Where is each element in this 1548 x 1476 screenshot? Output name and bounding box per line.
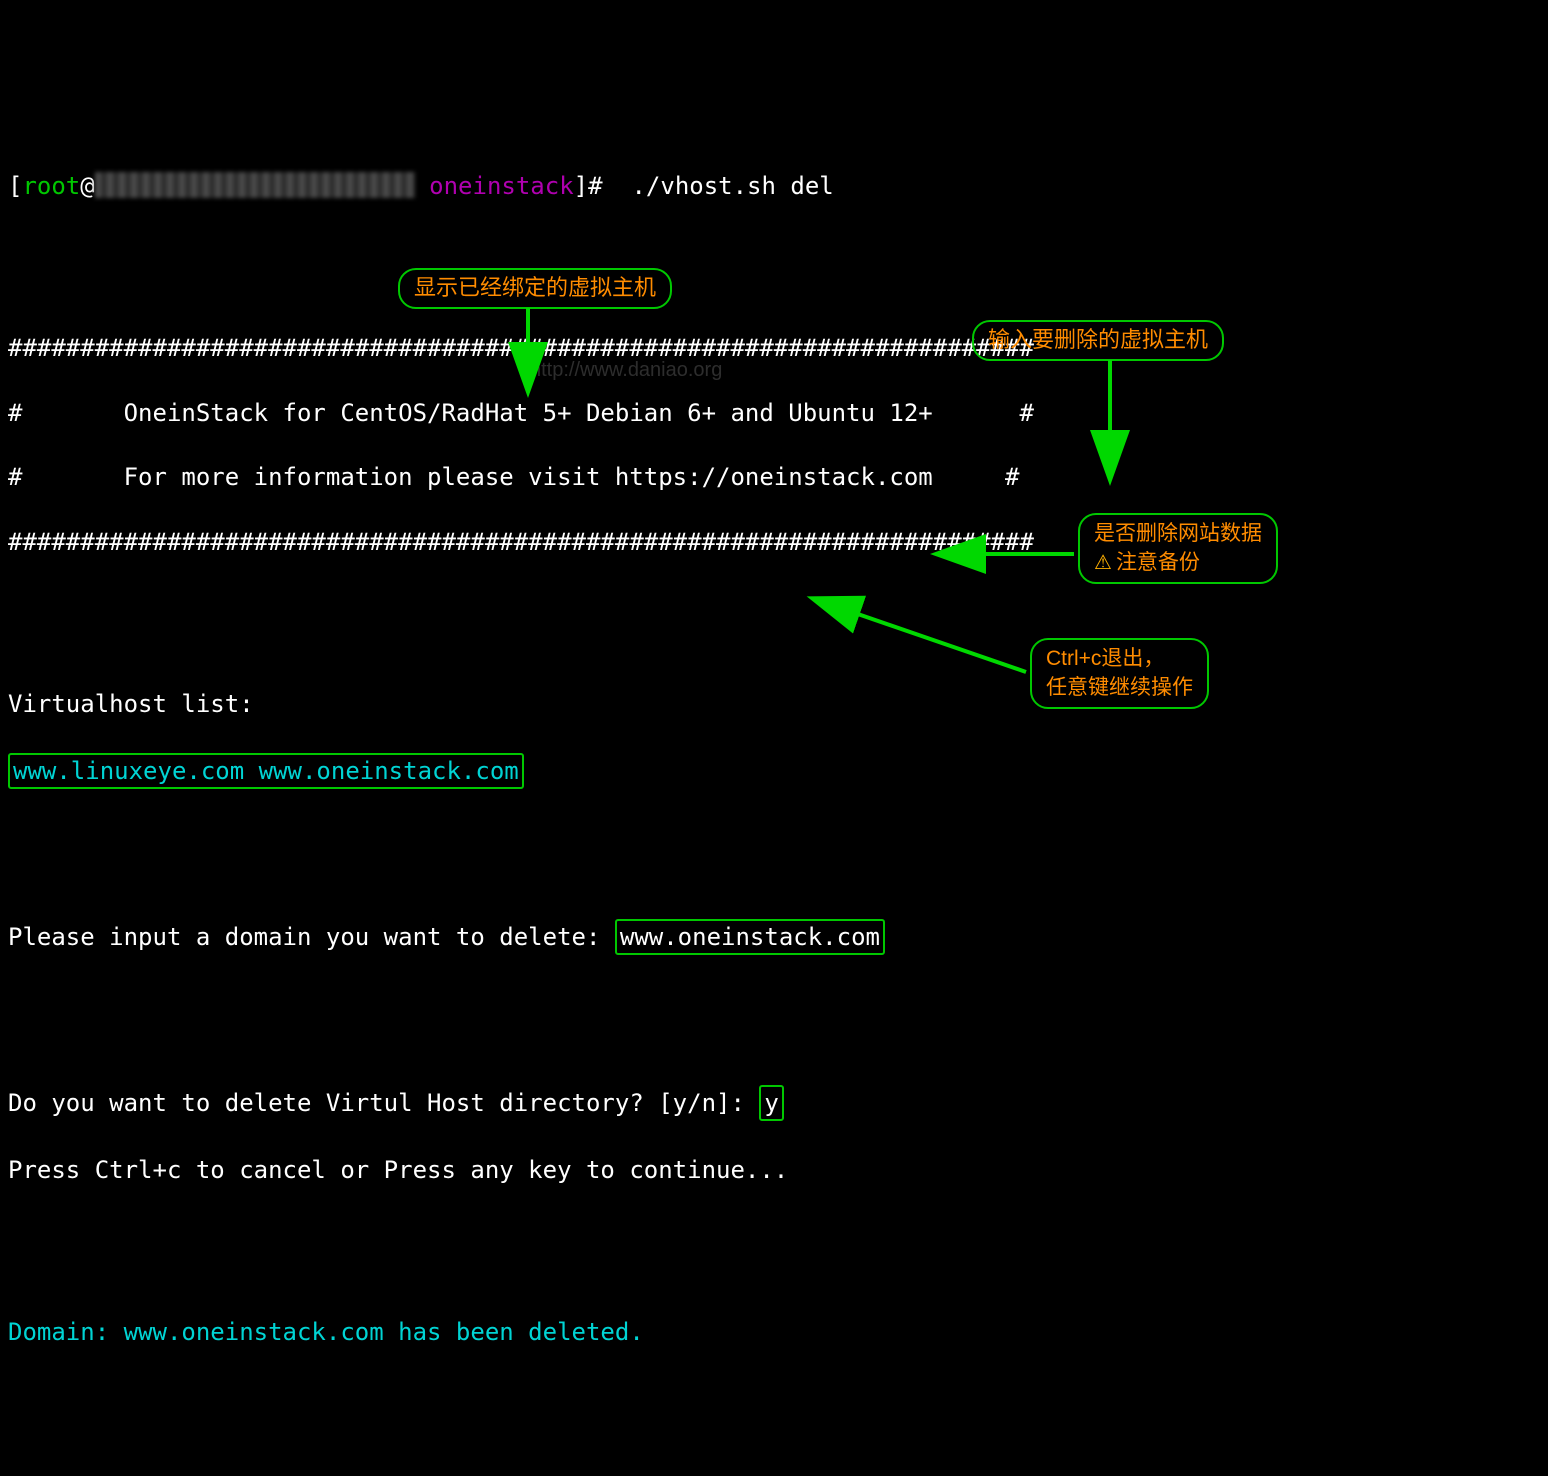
banner-line3: # For more information please visit http… bbox=[8, 461, 1540, 493]
delete-domain-prompt: Please input a domain you want to delete… bbox=[8, 923, 615, 951]
prompt-line: [root@ oneinstack]# ./vhost.sh del bbox=[8, 170, 1540, 202]
banner-hash-bottom: ########################################… bbox=[8, 526, 1540, 558]
vhost-list-value: www.linuxeye.com www.oneinstack.com bbox=[8, 753, 524, 789]
blank-2 bbox=[8, 591, 1540, 623]
continue-hint: Press Ctrl+c to cancel or Press any key … bbox=[8, 1154, 1540, 1186]
confirm-dir-prompt: Do you want to delete Virtul Host direct… bbox=[8, 1089, 759, 1117]
blank-1 bbox=[8, 235, 1540, 267]
command-text[interactable]: ./vhost.sh del bbox=[617, 172, 834, 200]
blank-5 bbox=[8, 1218, 1540, 1250]
result-line: Domain: www.oneinstack.com has been dele… bbox=[8, 1316, 1540, 1348]
warning-icon: ⚠ bbox=[1094, 552, 1112, 574]
banner-hash-top: ########################################… bbox=[8, 332, 1540, 364]
cwd: oneinstack bbox=[429, 172, 574, 200]
delete-domain-input[interactable]: www.oneinstack.com bbox=[615, 919, 885, 955]
hostname-censored bbox=[95, 172, 415, 198]
watermark-text: http://www.daniao.org bbox=[530, 357, 722, 384]
blank-3 bbox=[8, 822, 1540, 854]
user: root bbox=[22, 172, 80, 200]
banner-line2: # OneinStack for CentOS/RadHat 5+ Debian… bbox=[8, 397, 1540, 429]
bracket-close: ]# bbox=[574, 172, 617, 200]
confirm-dir-input[interactable]: y bbox=[759, 1085, 783, 1121]
at: @ bbox=[80, 172, 94, 200]
confirm-dir-row: Do you want to delete Virtul Host direct… bbox=[8, 1085, 1540, 1121]
blank-4 bbox=[8, 988, 1540, 1020]
delete-domain-row: Please input a domain you want to delete… bbox=[8, 919, 1540, 955]
bracket-open: [ bbox=[8, 172, 22, 200]
annotation-ctrlc: Ctrl+c退出，任意键继续操作 bbox=[1030, 638, 1209, 709]
annotation-vhost-list: 显示已经绑定的虚拟主机 bbox=[398, 268, 672, 309]
vhost-label: Virtualhost list: bbox=[8, 688, 1540, 720]
annotation-delete-data: 是否删除网站数据⚠注意备份 bbox=[1078, 513, 1278, 584]
annotation-arrows bbox=[0, 0, 1548, 738]
vhost-list-row: www.linuxeye.com www.oneinstack.com bbox=[8, 753, 1540, 789]
annotation-input-domain: 输入要删除的虚拟主机 bbox=[972, 320, 1224, 361]
